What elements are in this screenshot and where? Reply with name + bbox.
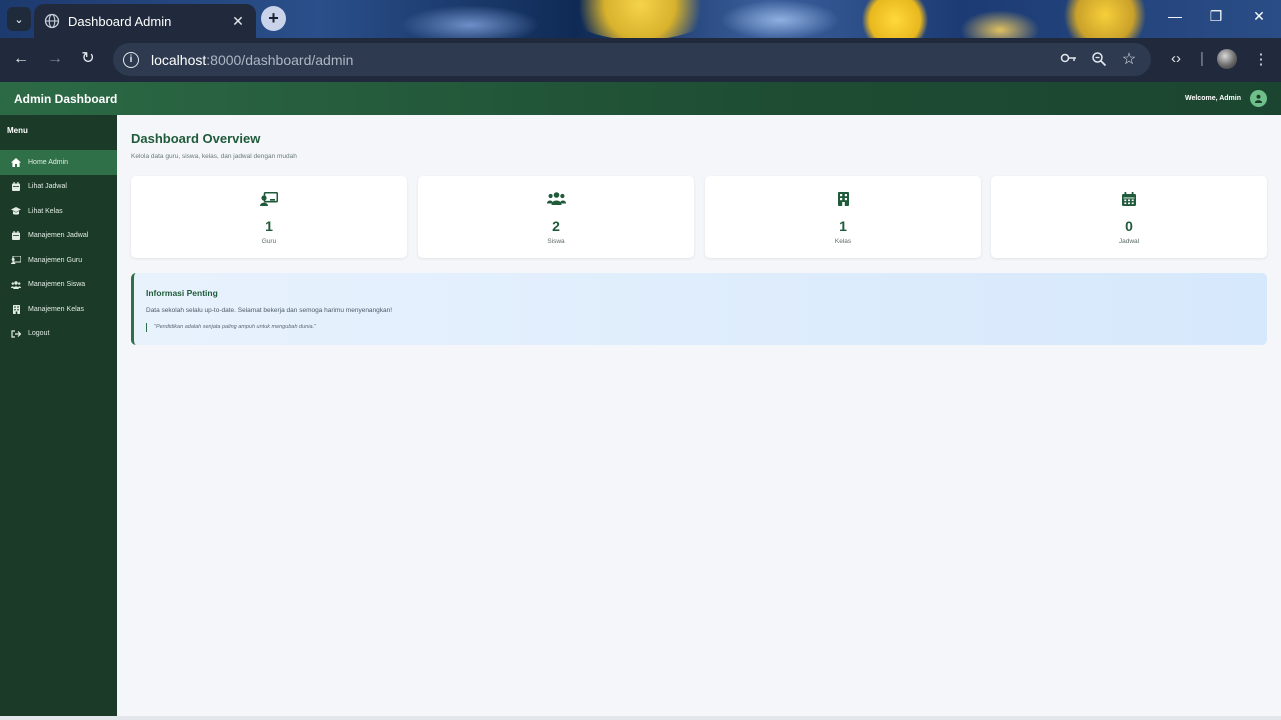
info-text: Data sekolah selalu up-to-date. Selamat …	[146, 307, 393, 314]
sidebar-item-logout[interactable]: Logout	[0, 322, 117, 347]
stat-label: Guru	[261, 238, 277, 245]
back-icon[interactable]: ←	[12, 50, 30, 68]
logout-icon	[11, 329, 21, 339]
restore-icon[interactable]: ❐	[1206, 8, 1226, 25]
globe-icon	[44, 13, 60, 29]
main-content: Dashboard Overview Kelola data guru, sis…	[117, 115, 1281, 720]
reload-icon[interactable]: ↻	[79, 50, 97, 68]
sidebar-item-lihat-jadwal[interactable]: Lihat Jadwal	[0, 175, 117, 200]
info-title: Informasi Penting	[146, 288, 218, 298]
url-path: :8000/dashboard/admin	[206, 51, 354, 68]
users-icon	[418, 192, 694, 206]
info-box: Informasi Penting Data sekolah selalu up…	[131, 273, 1267, 345]
stat-card-jadwal: 0 Jadwal	[991, 176, 1267, 258]
bottom-edge	[0, 716, 1281, 720]
sidebar-item-home-admin[interactable]: Home Admin	[0, 150, 117, 175]
stat-value: 0	[1125, 218, 1133, 234]
tab-search-dropdown-icon[interactable]: ⌄	[7, 7, 31, 31]
sidebar-item-manajemen-guru[interactable]: Manajemen Guru	[0, 248, 117, 273]
page-subtitle: Kelola data guru, siswa, kelas, dan jadw…	[131, 153, 297, 160]
sidebar-item-manajemen-kelas[interactable]: Manajemen Kelas	[0, 297, 117, 322]
page-title: Dashboard Overview	[131, 131, 261, 146]
stat-label: Siswa	[547, 238, 565, 245]
app-header: Admin Dashboard Welcome, Admin	[0, 82, 1281, 115]
building-icon	[705, 192, 981, 206]
sidebar: Menu Home Admin Lihat Jadwal Lihat Kelas…	[0, 115, 117, 720]
home-icon	[11, 157, 21, 167]
stat-card-siswa: 2 Siswa	[418, 176, 694, 258]
toolbar-divider: |	[1200, 50, 1204, 67]
profile-avatar[interactable]	[1217, 49, 1237, 69]
stat-value: 1	[265, 218, 273, 234]
sidebar-item-label: Lihat Jadwal	[28, 183, 67, 191]
sidebar-item-label: Logout	[28, 330, 50, 338]
users-icon	[11, 280, 21, 290]
address-bar[interactable]: i localhost:8000/dashboard/admin	[113, 43, 1151, 76]
calendar-icon	[11, 182, 21, 192]
url-host: localhost	[151, 51, 207, 68]
info-quote: "Pendidikan adalah senjata paling ampuh …	[146, 323, 316, 332]
sidebar-item-label: Manajemen Jadwal	[28, 232, 89, 240]
zoom-icon[interactable]	[1091, 51, 1107, 67]
sidebar-item-label: Lihat Kelas	[28, 207, 63, 215]
devtools-code-icon[interactable]: ‹›	[1166, 50, 1186, 67]
sidebar-item-manajemen-siswa[interactable]: Manajemen Siswa	[0, 273, 117, 298]
sidebar-item-lihat-kelas[interactable]: Lihat Kelas	[0, 199, 117, 224]
new-tab-button[interactable]: +	[261, 6, 286, 31]
forward-icon[interactable]: →	[46, 50, 64, 68]
school-icon	[11, 206, 21, 216]
stat-label: Kelas	[834, 238, 852, 245]
stat-card-kelas: 1 Kelas	[705, 176, 981, 258]
sidebar-item-manajemen-jadwal[interactable]: Manajemen Jadwal	[0, 224, 117, 249]
browser-menu-icon[interactable]: ⋮	[1251, 50, 1271, 68]
teacher-icon	[11, 255, 21, 265]
tab-title: Dashboard Admin	[68, 13, 172, 29]
password-key-icon[interactable]	[1060, 51, 1078, 65]
window-close-icon[interactable]: ✕	[1249, 8, 1269, 25]
welcome-text: Welcome, Admin	[1184, 95, 1241, 102]
stat-card-guru: 1 Guru	[131, 176, 407, 258]
building-icon	[11, 304, 21, 314]
stat-label: Jadwal	[1118, 238, 1140, 245]
teacher-icon	[131, 192, 407, 206]
tab-close-icon[interactable]: ✕	[230, 13, 246, 30]
stat-value: 1	[839, 218, 847, 234]
sidebar-item-label: Manajemen Siswa	[28, 281, 86, 289]
sidebar-item-label: Manajemen Guru	[28, 256, 83, 264]
bookmark-star-icon[interactable]: ☆	[1120, 49, 1138, 69]
calendar-icon	[11, 231, 21, 241]
user-avatar-icon[interactable]	[1250, 90, 1267, 107]
sidebar-item-label: Manajemen Kelas	[28, 305, 85, 313]
stat-value: 2	[552, 218, 560, 234]
site-info-icon[interactable]: i	[123, 51, 139, 68]
calendar-icon	[991, 192, 1267, 206]
sidebar-title: Menu	[7, 126, 28, 135]
browser-tab[interactable]: Dashboard Admin ✕	[34, 4, 256, 38]
app-brand: Admin Dashboard	[14, 91, 118, 106]
minimize-icon[interactable]: —	[1165, 8, 1185, 24]
sidebar-item-label: Home Admin	[28, 158, 69, 166]
